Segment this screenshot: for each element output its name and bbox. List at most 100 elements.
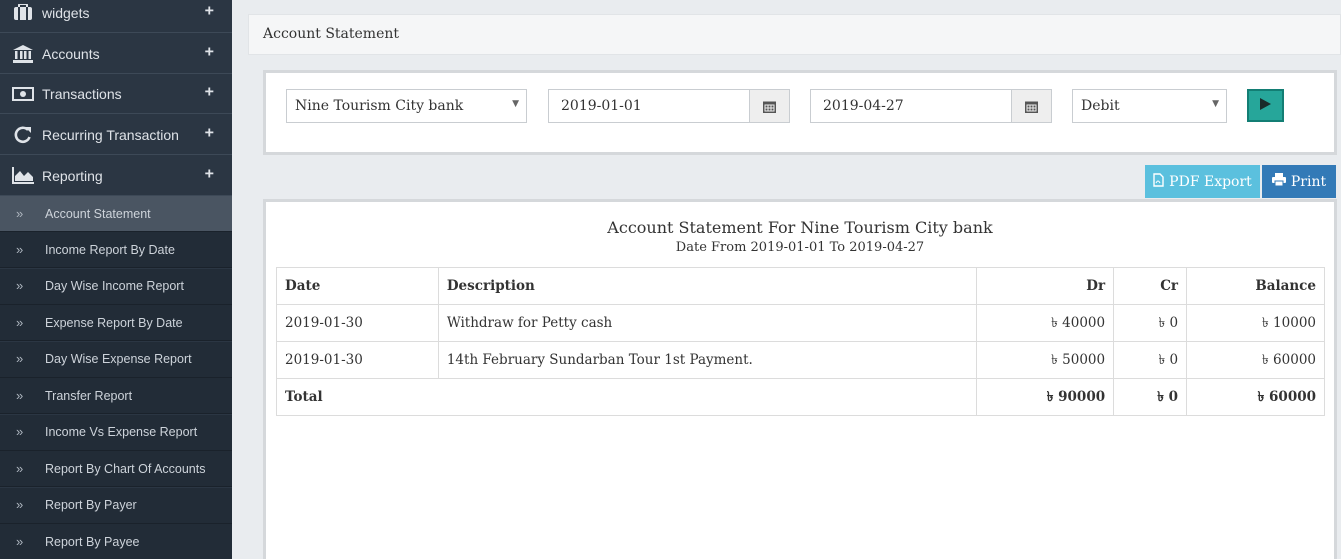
- account-select-value: Nine Tourism City bank: [295, 98, 464, 114]
- cell-dr: ৳ 40000: [976, 304, 1115, 342]
- report-panel: Account Statement For Nine Tourism City …: [263, 199, 1337, 559]
- double-angle-right-icon: »: [16, 314, 24, 330]
- caret-down-icon: ▼: [512, 99, 519, 109]
- cell-description: 14th February Sundarban Tour 1st Payment…: [437, 341, 978, 379]
- date-from-value: 2019-01-01: [561, 98, 642, 114]
- pdf-export-label: PDF Export: [1169, 173, 1252, 190]
- col-header-description: Description: [437, 267, 978, 305]
- total-row: Total ৳ 90000 ৳ 0 ৳ 60000: [275, 378, 1325, 416]
- menu-label: Transactions: [42, 85, 122, 102]
- submenu-item-account-statement[interactable]: » Account Statement: [0, 196, 232, 232]
- submenu-item-transfer-report[interactable]: » Transfer Report: [0, 378, 232, 414]
- date-to-field[interactable]: 2019-04-27: [810, 89, 1052, 123]
- submenu-label: Transfer Report: [45, 388, 133, 403]
- submenu-item-day-wise-expense-report[interactable]: » Day Wise Expense Report: [0, 341, 232, 378]
- menu-item-transactions[interactable]: Transactions +: [0, 74, 232, 114]
- submenu-label: Income Report By Date: [45, 242, 175, 257]
- col-header-cr: Cr: [1113, 267, 1188, 305]
- type-select-value: Debit: [1081, 98, 1120, 114]
- caret-down-icon: ▼: [1212, 99, 1219, 109]
- play-icon: [1260, 97, 1271, 115]
- cell-balance: ৳ 60000: [1186, 341, 1325, 379]
- area-chart-icon: [12, 167, 34, 185]
- total-dr: ৳ 90000: [976, 378, 1115, 416]
- double-angle-right-icon: »: [16, 496, 24, 512]
- cell-cr: ৳ 0: [1113, 304, 1188, 342]
- sidebar: widgets + Accounts + Transactions + Recu…: [0, 0, 232, 559]
- statement-table: Date Description Dr Cr Balance 2019-01-3…: [275, 267, 1325, 416]
- submenu-item-report-by-chart-of-accounts[interactable]: » Report By Chart Of Accounts: [0, 451, 232, 487]
- pdf-export-button[interactable]: PDF Export: [1145, 165, 1260, 198]
- table-row: 2019-01-30 14th February Sundarban Tour …: [276, 341, 1325, 379]
- double-angle-right-icon: »: [16, 350, 24, 366]
- double-angle-right-icon: »: [16, 387, 24, 403]
- double-angle-right-icon: »: [16, 533, 24, 549]
- page-header: Account Statement: [248, 14, 1341, 55]
- col-header-date: Date: [276, 267, 439, 305]
- account-select[interactable]: Nine Tourism City bank ▼: [286, 89, 527, 123]
- report-subtitle: Date From 2019-01-01 To 2019-04-27: [675, 240, 925, 255]
- menu-item-recurring-transaction[interactable]: Recurring Transaction +: [0, 115, 232, 155]
- submenu-item-report-by-payer[interactable]: » Report By Payer: [0, 487, 232, 524]
- report-title: Account Statement For Nine Tourism City …: [607, 218, 993, 237]
- table-row: 2019-01-30 Withdraw for Petty cash ৳ 400…: [276, 304, 1325, 342]
- money-icon: [12, 85, 34, 103]
- date-from-field[interactable]: 2019-01-01: [548, 89, 790, 123]
- cell-description: Withdraw for Petty cash: [437, 304, 978, 342]
- bank-icon: [12, 44, 34, 63]
- double-angle-right-icon: »: [16, 241, 24, 257]
- double-angle-right-icon: »: [16, 460, 24, 476]
- submenu-label: Expense Report By Date: [45, 315, 183, 330]
- submenu-item-income-vs-expense-report[interactable]: » Income Vs Expense Report: [0, 414, 232, 451]
- date-to-value: 2019-04-27: [823, 98, 904, 114]
- print-icon: [1271, 173, 1286, 190]
- file-pdf-icon: [1153, 172, 1164, 191]
- total-balance: ৳ 60000: [1186, 378, 1325, 416]
- col-header-balance: Balance: [1186, 267, 1325, 305]
- cell-date: 2019-01-30: [276, 341, 439, 379]
- double-angle-right-icon: »: [16, 205, 24, 221]
- col-header-dr: Dr: [976, 267, 1115, 305]
- calendar-icon[interactable]: [749, 90, 789, 122]
- expand-icon[interactable]: +: [205, 43, 214, 61]
- submenu-item-expense-report-by-date[interactable]: » Expense Report By Date: [0, 305, 232, 341]
- submenu-label: Income Vs Expense Report: [45, 425, 198, 439]
- submenu-label: Account Statement: [45, 206, 151, 221]
- cell-balance: ৳ 10000: [1186, 304, 1325, 342]
- cell-cr: ৳ 0: [1113, 341, 1188, 379]
- briefcase-icon: [12, 4, 34, 22]
- submenu-item-income-report-by-date[interactable]: » Income Report By Date: [0, 232, 232, 268]
- menu-label: Accounts: [42, 45, 100, 62]
- double-angle-right-icon: »: [16, 277, 24, 293]
- submenu-item-day-wise-income-report[interactable]: » Day Wise Income Report: [0, 268, 232, 305]
- menu-item-accounts[interactable]: Accounts +: [0, 34, 232, 74]
- submenu-item-report-by-payee[interactable]: » Report By Payee: [0, 524, 232, 559]
- type-select[interactable]: Debit ▼: [1072, 89, 1227, 123]
- submenu-label: Day Wise Expense Report: [45, 352, 192, 366]
- table-header-row: Date Description Dr Cr Balance: [276, 267, 1325, 305]
- submenu-label: Report By Chart Of Accounts: [45, 461, 206, 476]
- cell-dr: ৳ 50000: [976, 341, 1115, 379]
- print-label: Print: [1290, 173, 1327, 190]
- submit-button[interactable]: [1247, 89, 1284, 122]
- filter-panel: Nine Tourism City bank ▼ 2019-01-01 2019…: [263, 70, 1337, 155]
- expand-icon[interactable]: +: [205, 83, 214, 101]
- expand-icon[interactable]: +: [205, 124, 214, 142]
- expand-icon[interactable]: +: [205, 2, 214, 20]
- main-content: Account Statement Nine Tourism City bank…: [232, 0, 1341, 559]
- submenu-label: Day Wise Income Report: [45, 279, 184, 293]
- menu-label: Recurring Transaction: [42, 126, 179, 143]
- calendar-icon[interactable]: [1011, 90, 1051, 122]
- print-button[interactable]: Print: [1262, 165, 1336, 198]
- menu-item-widgets[interactable]: widgets +: [0, 0, 232, 33]
- menu-label: Reporting: [42, 167, 103, 184]
- submenu-label: Report By Payee: [45, 534, 140, 549]
- expand-icon[interactable]: +: [205, 165, 214, 183]
- refresh-icon: [12, 125, 34, 144]
- total-cr: ৳ 0: [1113, 378, 1188, 416]
- menu-item-reporting[interactable]: Reporting +: [0, 156, 232, 196]
- page-title: Account Statement: [263, 26, 400, 42]
- submenu-label: Report By Payer: [45, 498, 137, 512]
- menu-label: widgets: [42, 4, 90, 21]
- total-label: Total: [275, 378, 978, 416]
